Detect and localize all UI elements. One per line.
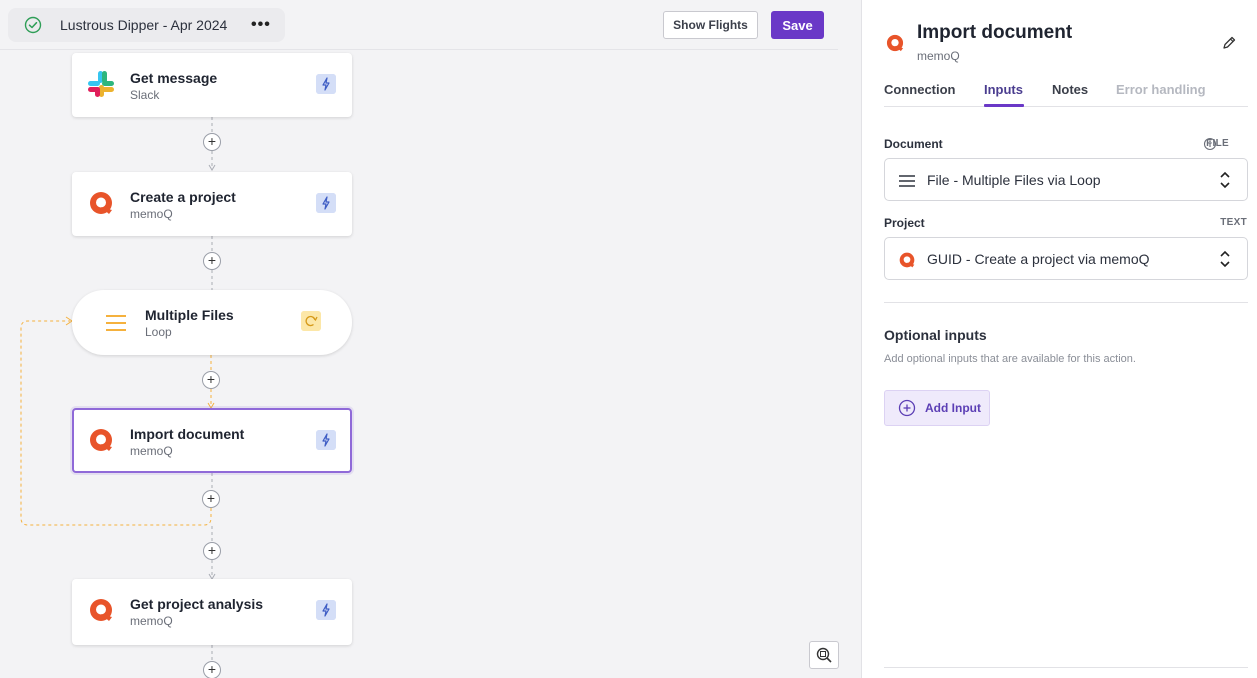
- node-title: Get message: [130, 70, 218, 86]
- trigger-bolt-icon: [316, 193, 336, 213]
- project-select[interactable]: GUID - Create a project via memoQ: [884, 237, 1248, 280]
- project-field-label: Project: [884, 216, 925, 230]
- tab-notes[interactable]: Notes: [1052, 82, 1088, 97]
- node-title: Create a project: [130, 189, 236, 205]
- flow-node-multiple-files-loop[interactable]: Multiple Files Loop: [72, 290, 352, 355]
- node-subtitle: memoQ: [130, 614, 173, 628]
- trigger-bolt-icon: [316, 430, 336, 450]
- flow-node-import-document[interactable]: Import document memoQ: [72, 408, 352, 473]
- add-input-button[interactable]: Add Input: [884, 390, 990, 426]
- loop-refresh-icon: [301, 311, 321, 331]
- add-step-plus-icon[interactable]: +: [202, 490, 220, 508]
- trigger-bolt-icon: [316, 74, 336, 94]
- flow-node-get-project-analysis[interactable]: Get project analysis memoQ: [72, 579, 352, 645]
- panel-title: Import document: [917, 22, 1073, 43]
- document-select-value: File - Multiple Files via Loop: [927, 172, 1101, 188]
- tab-connection[interactable]: Connection: [884, 82, 956, 97]
- memoq-logo-icon: [90, 429, 112, 451]
- node-title: Import document: [130, 426, 245, 442]
- memoq-logo-icon: [90, 599, 112, 621]
- node-subtitle: memoQ: [130, 207, 173, 221]
- tab-inputs[interactable]: Inputs: [984, 82, 1023, 97]
- add-step-plus-icon[interactable]: +: [203, 252, 221, 270]
- plus-circle-icon: [898, 399, 916, 417]
- optional-inputs-description: Add optional inputs that are available f…: [884, 353, 1136, 365]
- optional-inputs-title: Optional inputs: [884, 327, 987, 343]
- memoq-logo-icon: [90, 192, 112, 214]
- add-input-label: Add Input: [925, 401, 981, 415]
- step-details-panel: Import document memoQ Connection Inputs …: [861, 0, 1257, 678]
- document-select[interactable]: File - Multiple Files via Loop: [884, 158, 1248, 201]
- project-select-value: GUID - Create a project via memoQ: [927, 251, 1150, 267]
- panel-tabs: Connection Inputs Notes Error handling: [884, 80, 1248, 107]
- loop-lines-icon: [899, 175, 915, 187]
- section-divider: [884, 302, 1248, 303]
- node-subtitle: memoQ: [130, 444, 173, 458]
- trigger-bolt-icon: [316, 600, 336, 620]
- add-step-plus-icon[interactable]: +: [202, 371, 220, 389]
- panel-subtitle: memoQ: [917, 49, 960, 63]
- node-title: Multiple Files: [145, 307, 234, 323]
- flow-node-get-message[interactable]: Get message Slack: [72, 53, 352, 117]
- active-tab-indicator: [984, 104, 1024, 107]
- memoq-logo-icon: [899, 252, 915, 268]
- info-icon[interactable]: [1203, 137, 1217, 151]
- add-step-plus-icon[interactable]: +: [203, 542, 221, 560]
- chevron-updown-icon: [1220, 250, 1230, 268]
- field-type-badge: TEXT: [1220, 217, 1247, 228]
- node-title: Get project analysis: [130, 596, 264, 612]
- add-step-plus-icon[interactable]: +: [203, 661, 221, 678]
- panel-bottom-divider: [884, 667, 1248, 668]
- flow-node-create-project[interactable]: Create a project memoQ: [72, 172, 352, 236]
- flow-canvas[interactable]: Lustrous Dipper - Apr 2024 ••• Show Flig…: [0, 0, 860, 678]
- zoom-search-icon: [816, 647, 832, 663]
- add-step-plus-icon[interactable]: +: [203, 133, 221, 151]
- tab-error-handling[interactable]: Error handling: [1116, 82, 1206, 97]
- node-subtitle: Slack: [130, 88, 160, 102]
- slack-logo-icon: [88, 71, 114, 97]
- loop-lines-icon: [106, 315, 126, 331]
- memoq-logo-icon: [886, 34, 904, 52]
- chevron-updown-icon: [1220, 171, 1230, 189]
- pencil-icon[interactable]: [1220, 34, 1238, 52]
- zoom-button[interactable]: [809, 641, 839, 669]
- node-subtitle: Loop: [145, 325, 172, 339]
- document-field-label: Document: [884, 137, 943, 151]
